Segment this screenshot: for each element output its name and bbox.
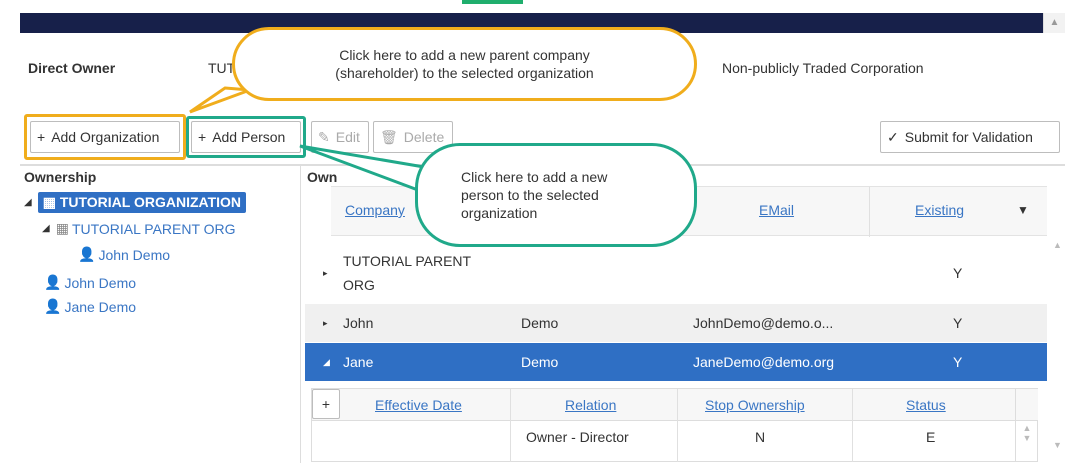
- callout-add-organization: Click here to add a new parent company (…: [232, 27, 697, 101]
- green-pointer: [299, 144, 433, 192]
- orange-pointer: [189, 86, 251, 114]
- callout-person-text: Click here to add a new person to the se…: [461, 169, 608, 221]
- callout-org-text: Click here to add a new parent company (…: [335, 47, 594, 81]
- callout-add-person: Click here to add a new person to the se…: [415, 143, 697, 247]
